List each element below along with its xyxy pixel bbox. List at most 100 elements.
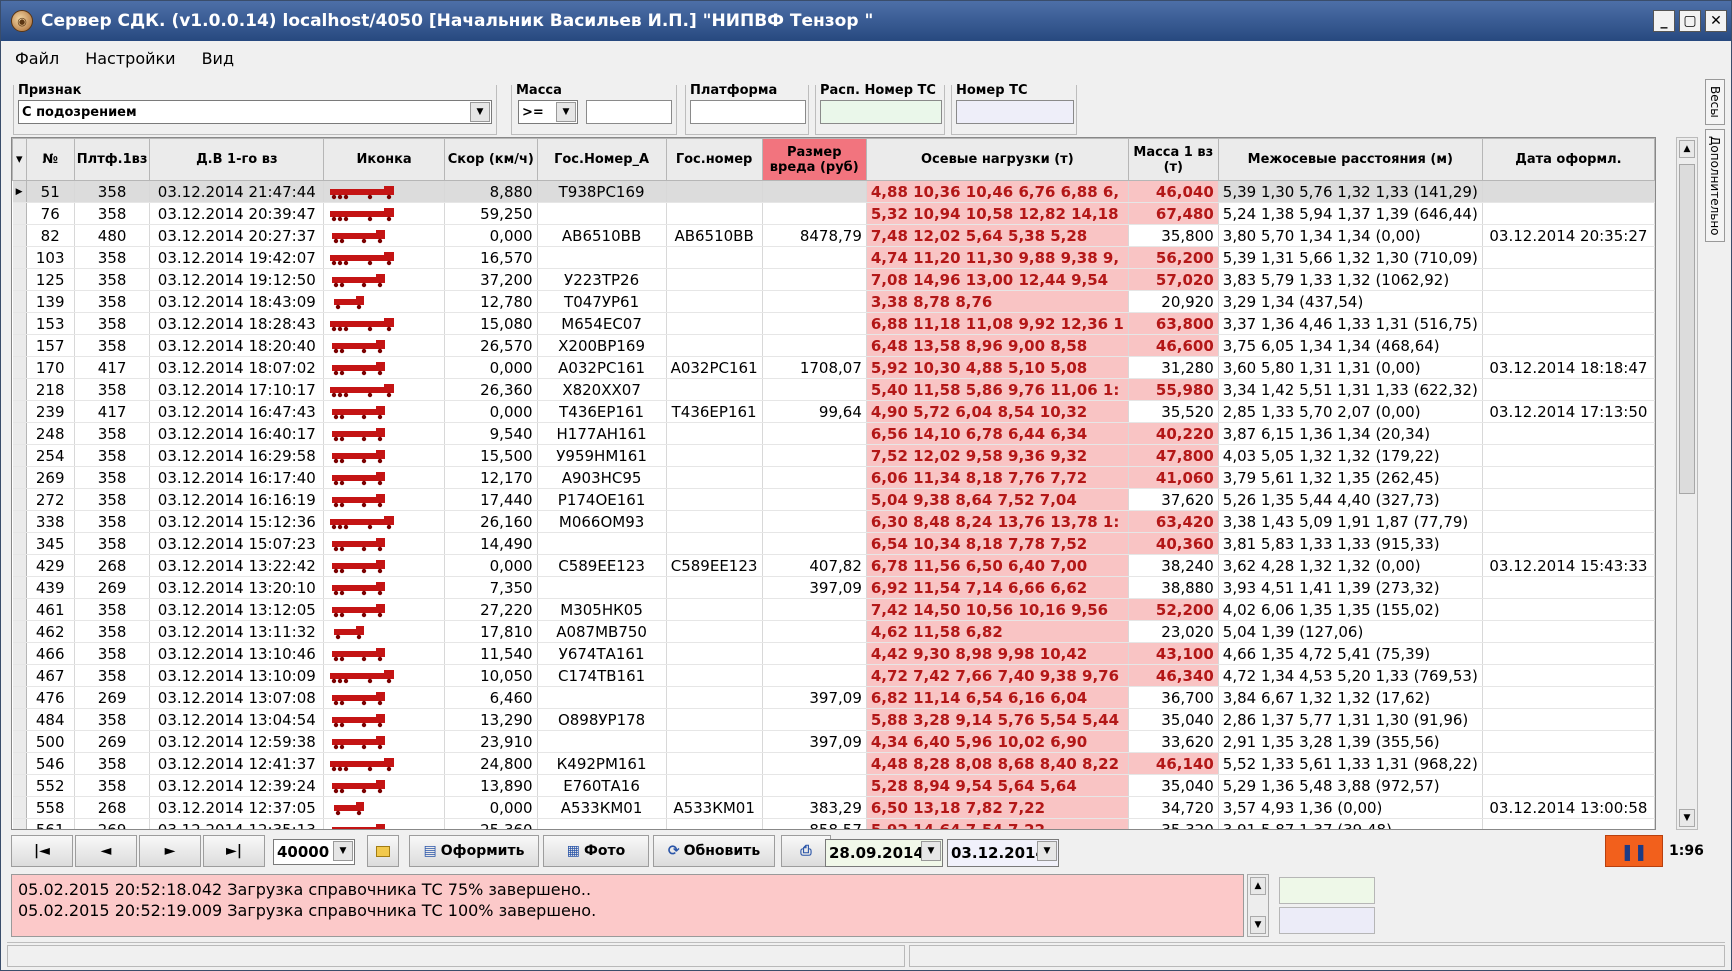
close-button[interactable]: ✕ [1705, 10, 1727, 32]
pause-button[interactable]: ❚❚ [1605, 835, 1663, 867]
row-indicator[interactable] [12, 664, 27, 687]
tab-vesy[interactable]: Весы [1705, 79, 1725, 125]
table-row[interactable]: 218 358 03.12.2014 17:10:17 26,360 Х820ХХ07 5… [12, 378, 1655, 401]
table-row[interactable]: 466 358 03.12.2014 13:10:46 11,540 У674ТА161… [12, 642, 1655, 665]
header-col-2[interactable]: Д.В 1-го вз [149, 138, 325, 181]
scroll-down-icon[interactable]: ▼ [1250, 916, 1266, 934]
header-col-5[interactable]: Гос.Номер_А [536, 138, 667, 181]
row-indicator[interactable] [12, 796, 27, 819]
massa-input[interactable] [586, 100, 672, 124]
row-indicator[interactable] [12, 444, 27, 467]
table-row[interactable]: 558 268 03.12.2014 12:37:05 0,000 А533КМ01 А5… [12, 796, 1655, 819]
scroll-down-icon[interactable]: ▼ [1679, 809, 1695, 827]
folder-button[interactable] [367, 835, 399, 867]
table-row[interactable]: 546 358 03.12.2014 12:41:37 24,800 К492РМ161… [12, 752, 1655, 775]
table-scrollbar[interactable]: ▲ ▼ [1676, 137, 1698, 830]
row-indicator[interactable] [12, 598, 27, 621]
menu-settings[interactable]: Настройки [71, 49, 187, 68]
maximize-button[interactable]: ▢ [1679, 10, 1701, 32]
massa-operator-select[interactable]: >= ▼ [518, 100, 578, 124]
date-from-picker[interactable]: 28.09.2014 ▼ [825, 839, 943, 867]
table-row[interactable]: 561 269 03.12.2014 12:35:13 25,360 858,57 5,9… [12, 818, 1655, 829]
table-row[interactable]: 76 358 03.12.2014 20:39:47 59,250 5,32 10,94… [12, 202, 1655, 225]
scroll-thumb[interactable] [1679, 164, 1695, 494]
date-to-picker[interactable]: 03.12.2014 ▼ [947, 839, 1059, 867]
row-indicator[interactable] [12, 818, 27, 829]
menu-file[interactable]: Файл [1, 49, 71, 68]
row-indicator[interactable]: ▶ [12, 180, 27, 203]
row-indicator[interactable] [12, 334, 27, 357]
header-col-4[interactable]: Скор (км/ч) [443, 138, 538, 181]
limit-select[interactable]: 40000 ▼ [273, 839, 355, 865]
row-indicator[interactable] [12, 202, 27, 225]
log-scrollbar[interactable]: ▲ ▼ [1247, 874, 1269, 937]
row-indicator[interactable] [12, 290, 27, 313]
nomer-input[interactable] [956, 100, 1074, 124]
menu-view[interactable]: Вид [188, 49, 246, 68]
minimize-button[interactable]: _ [1653, 10, 1675, 32]
header-col-7[interactable]: Размер вреда (руб) [761, 138, 867, 181]
nav-next-button[interactable]: ► [139, 835, 201, 867]
table-row[interactable]: 429 268 03.12.2014 13:22:42 0,000 С589ЕЕ123 С… [12, 554, 1655, 577]
row-indicator[interactable] [12, 620, 27, 643]
row-indicator[interactable] [12, 576, 27, 599]
row-indicator[interactable] [12, 400, 27, 423]
chevron-down-icon[interactable]: ▼ [556, 102, 576, 122]
header-col-11[interactable]: Дата оформл. [1481, 138, 1655, 181]
header-col-0[interactable]: № [25, 138, 75, 181]
scroll-up-icon[interactable]: ▲ [1250, 877, 1266, 895]
row-indicator[interactable] [12, 312, 27, 335]
row-indicator[interactable] [12, 774, 27, 797]
oformit-button[interactable]: ▤ Оформить [409, 835, 539, 867]
nav-first-button[interactable]: |◄ [11, 835, 73, 867]
table-row[interactable]: 552 358 03.12.2014 12:39:24 13,890 Е760ТА16 5… [12, 774, 1655, 797]
chevron-down-icon[interactable]: ▼ [1037, 841, 1057, 861]
platforma-input[interactable] [690, 100, 806, 124]
table-row[interactable]: 467 358 03.12.2014 13:10:09 10,050 С174ТВ161… [12, 664, 1655, 687]
table-row[interactable]: 153 358 03.12.2014 18:28:43 15,080 М654ЕС07 6… [12, 312, 1655, 335]
header-col-1[interactable]: Плтф.1вз [73, 138, 151, 181]
table-row[interactable]: 484 358 03.12.2014 13:04:54 13,290 О898УР178… [12, 708, 1655, 731]
row-indicator[interactable] [12, 422, 27, 445]
table-row[interactable]: 462 358 03.12.2014 13:11:32 17,810 А087МВ750… [12, 620, 1655, 643]
row-indicator[interactable] [12, 642, 27, 665]
row-indicator[interactable] [12, 554, 27, 577]
row-indicator[interactable] [12, 510, 27, 533]
header-col-6[interactable]: Гос.номер [665, 138, 763, 181]
table-row[interactable]: 157 358 03.12.2014 18:20:40 26,570 Х200ВР169… [12, 334, 1655, 357]
foto-button[interactable]: ▦ Фото [543, 835, 649, 867]
row-indicator[interactable] [12, 532, 27, 555]
header-col-3[interactable]: Иконка [323, 138, 445, 181]
nav-prev-button[interactable]: ◄ [75, 835, 137, 867]
row-indicator[interactable] [12, 752, 27, 775]
chevron-down-icon[interactable]: ▼ [333, 841, 353, 861]
table-row[interactable]: 248 358 03.12.2014 16:40:17 9,540 Н177АН161 6… [12, 422, 1655, 445]
row-indicator[interactable] [12, 466, 27, 489]
row-indicator[interactable] [12, 224, 27, 247]
table-row[interactable]: 500 269 03.12.2014 12:59:38 23,910 397,09 4,3… [12, 730, 1655, 753]
chevron-down-icon[interactable]: ▼ [921, 841, 941, 861]
obnovit-button[interactable]: ⟳ Обновить [653, 835, 775, 867]
nav-last-button[interactable]: ►| [203, 835, 265, 867]
row-indicator[interactable] [12, 356, 27, 379]
header-col-9[interactable]: Масса 1 вз (т) [1127, 138, 1219, 181]
table-row[interactable]: 269 358 03.12.2014 16:17:40 12,170 А903НС95 6… [12, 466, 1655, 489]
table-row[interactable]: 139 358 03.12.2014 18:43:09 12,780 Т047УР61 3… [12, 290, 1655, 313]
header-indicator[interactable]: ▾ [12, 138, 27, 181]
table-row[interactable]: 254 358 03.12.2014 16:29:58 15,500 У959НМ161… [12, 444, 1655, 467]
priznak-select[interactable]: С подозрением ▼ [18, 100, 492, 124]
scroll-up-icon[interactable]: ▲ [1679, 140, 1695, 158]
row-indicator[interactable] [12, 246, 27, 269]
chevron-down-icon[interactable]: ▼ [470, 102, 490, 122]
header-col-10[interactable]: Межосевые расстояния (м) [1217, 138, 1483, 181]
table-row[interactable]: ▶ 51 358 03.12.2014 21:47:44 8,880 Т938РС169 4… [12, 180, 1655, 203]
header-col-8[interactable]: Осевые нагрузки (т) [865, 138, 1129, 181]
row-indicator[interactable] [12, 708, 27, 731]
table-row[interactable]: 272 358 03.12.2014 16:16:19 17,440 Р174ОЕ161… [12, 488, 1655, 511]
table-row[interactable]: 338 358 03.12.2014 15:12:36 26,160 М066ОМ93 6… [12, 510, 1655, 533]
row-indicator[interactable] [12, 378, 27, 401]
row-indicator[interactable] [12, 268, 27, 291]
table-row[interactable]: 239 417 03.12.2014 16:47:43 0,000 Т436ЕР161 Т… [12, 400, 1655, 423]
table-row[interactable]: 439 269 03.12.2014 13:20:10 7,350 397,09 6,92… [12, 576, 1655, 599]
table-row[interactable]: 461 358 03.12.2014 13:12:05 27,220 М305НК05 7… [12, 598, 1655, 621]
